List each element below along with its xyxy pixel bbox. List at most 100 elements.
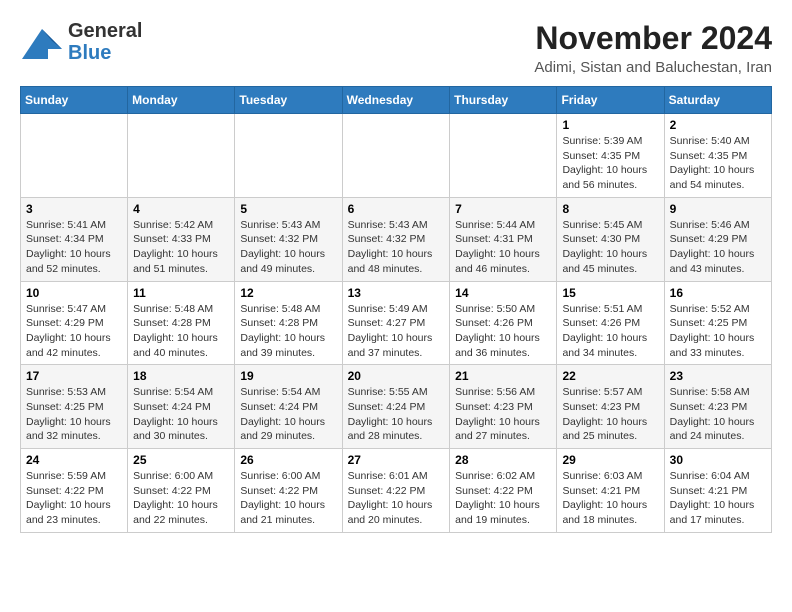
logo-text-block: General Blue xyxy=(68,20,142,64)
day-number: 18 xyxy=(133,369,229,383)
calendar-header: SundayMondayTuesdayWednesdayThursdayFrid… xyxy=(21,87,772,114)
day-number: 14 xyxy=(455,286,551,300)
calendar-cell xyxy=(128,114,235,198)
day-number: 27 xyxy=(348,453,445,467)
calendar-cell: 14Sunrise: 5:50 AM Sunset: 4:26 PM Dayli… xyxy=(450,281,557,365)
logo-line2: Blue xyxy=(68,42,111,64)
day-number: 11 xyxy=(133,286,229,300)
day-info: Sunrise: 5:59 AM Sunset: 4:22 PM Dayligh… xyxy=(26,469,122,528)
day-number: 21 xyxy=(455,369,551,383)
calendar-day-header: Tuesday xyxy=(235,87,342,114)
logo-line1: General xyxy=(68,20,142,42)
day-info: Sunrise: 5:40 AM Sunset: 4:35 PM Dayligh… xyxy=(670,134,766,193)
day-number: 17 xyxy=(26,369,122,383)
calendar-cell: 24 Sunrise: 5:59 AM Sunset: 4:22 PM Dayli… xyxy=(21,449,128,533)
day-number: 13 xyxy=(348,286,445,300)
calendar-day-header: Thursday xyxy=(450,87,557,114)
calendar-week-row: 24 Sunrise: 5:59 AM Sunset: 4:22 PM Dayli… xyxy=(21,449,772,533)
day-info: Sunrise: 5:48 AM Sunset: 4:28 PM Dayligh… xyxy=(133,302,229,361)
day-info: Sunrise: 5:47 AM Sunset: 4:29 PM Dayligh… xyxy=(26,302,122,361)
day-info: Sunrise: 5:44 AM Sunset: 4:31 PM Dayligh… xyxy=(455,218,551,277)
day-number: 3 xyxy=(26,202,122,216)
calendar-cell: 15 Sunrise: 5:51 AM Sunset: 4:26 PM Dayli… xyxy=(557,281,664,365)
logo-bird-icon xyxy=(20,21,62,63)
calendar-body: 1Sunrise: 5:39 AM Sunset: 4:35 PM Daylig… xyxy=(21,114,772,533)
day-info: Sunrise: 5:58 AM Sunset: 4:23 PM Dayligh… xyxy=(670,385,766,444)
calendar-cell: 9Sunrise: 5:46 AM Sunset: 4:29 PM Daylig… xyxy=(664,197,771,281)
calendar-cell: 26 Sunrise: 6:00 AM Sunset: 4:22 PM Dayli… xyxy=(235,449,342,533)
day-info: Sunrise: 5:49 AM Sunset: 4:27 PM Dayligh… xyxy=(348,302,445,361)
calendar-cell: 13 Sunrise: 5:49 AM Sunset: 4:27 PM Dayli… xyxy=(342,281,450,365)
calendar-cell: 29 Sunrise: 6:03 AM Sunset: 4:21 PM Dayli… xyxy=(557,449,664,533)
day-info: Sunrise: 6:00 AM Sunset: 4:22 PM Dayligh… xyxy=(240,469,336,528)
day-number: 8 xyxy=(562,202,658,216)
day-number: 28 xyxy=(455,453,551,467)
day-number: 7 xyxy=(455,202,551,216)
day-number: 30 xyxy=(670,453,766,467)
day-info: Sunrise: 6:02 AM Sunset: 4:22 PM Dayligh… xyxy=(455,469,551,528)
day-info: Sunrise: 5:39 AM Sunset: 4:35 PM Dayligh… xyxy=(562,134,658,193)
calendar-cell: 25Sunrise: 6:00 AM Sunset: 4:22 PM Dayli… xyxy=(128,449,235,533)
calendar-table: SundayMondayTuesdayWednesdayThursdayFrid… xyxy=(20,86,772,533)
calendar-day-header: Friday xyxy=(557,87,664,114)
day-info: Sunrise: 6:04 AM Sunset: 4:21 PM Dayligh… xyxy=(670,469,766,528)
calendar-cell xyxy=(21,114,128,198)
day-number: 25 xyxy=(133,453,229,467)
calendar-cell: 17 Sunrise: 5:53 AM Sunset: 4:25 PM Dayli… xyxy=(21,365,128,449)
calendar-day-header: Monday xyxy=(128,87,235,114)
calendar-week-row: 3 Sunrise: 5:41 AM Sunset: 4:34 PM Daylig… xyxy=(21,197,772,281)
calendar-cell: 4Sunrise: 5:42 AM Sunset: 4:33 PM Daylig… xyxy=(128,197,235,281)
calendar-title-block: November 2024 Adimi, Sistan and Baluches… xyxy=(534,20,772,76)
day-info: Sunrise: 6:01 AM Sunset: 4:22 PM Dayligh… xyxy=(348,469,445,528)
calendar-cell: 20Sunrise: 5:55 AM Sunset: 4:24 PM Dayli… xyxy=(342,365,450,449)
calendar-cell: 6Sunrise: 5:43 AM Sunset: 4:32 PM Daylig… xyxy=(342,197,450,281)
day-number: 16 xyxy=(670,286,766,300)
calendar-cell: 12Sunrise: 5:48 AM Sunset: 4:28 PM Dayli… xyxy=(235,281,342,365)
day-number: 23 xyxy=(670,369,766,383)
calendar-week-row: 1Sunrise: 5:39 AM Sunset: 4:35 PM Daylig… xyxy=(21,114,772,198)
day-info: Sunrise: 5:41 AM Sunset: 4:34 PM Dayligh… xyxy=(26,218,122,277)
calendar-cell: 11 Sunrise: 5:48 AM Sunset: 4:28 PM Dayli… xyxy=(128,281,235,365)
calendar-cell: 16 Sunrise: 5:52 AM Sunset: 4:25 PM Dayli… xyxy=(664,281,771,365)
calendar-cell: 1Sunrise: 5:39 AM Sunset: 4:35 PM Daylig… xyxy=(557,114,664,198)
day-number: 9 xyxy=(670,202,766,216)
calendar-day-header: Sunday xyxy=(21,87,128,114)
day-info: Sunrise: 5:43 AM Sunset: 4:32 PM Dayligh… xyxy=(240,218,336,277)
day-info: Sunrise: 5:57 AM Sunset: 4:23 PM Dayligh… xyxy=(562,385,658,444)
calendar-cell: 23 Sunrise: 5:58 AM Sunset: 4:23 PM Dayli… xyxy=(664,365,771,449)
calendar-cell: 30 Sunrise: 6:04 AM Sunset: 4:21 PM Dayli… xyxy=(664,449,771,533)
day-number: 24 xyxy=(26,453,122,467)
day-info: Sunrise: 5:53 AM Sunset: 4:25 PM Dayligh… xyxy=(26,385,122,444)
calendar-cell xyxy=(342,114,450,198)
day-number: 4 xyxy=(133,202,229,216)
calendar-cell: 5 Sunrise: 5:43 AM Sunset: 4:32 PM Daylig… xyxy=(235,197,342,281)
day-number: 5 xyxy=(240,202,336,216)
day-info: Sunrise: 5:52 AM Sunset: 4:25 PM Dayligh… xyxy=(670,302,766,361)
logo: General Blue xyxy=(20,20,142,64)
calendar-cell: 21Sunrise: 5:56 AM Sunset: 4:23 PM Dayli… xyxy=(450,365,557,449)
day-number: 15 xyxy=(562,286,658,300)
day-number: 26 xyxy=(240,453,336,467)
day-number: 19 xyxy=(240,369,336,383)
day-number: 2 xyxy=(670,118,766,132)
day-info: Sunrise: 5:54 AM Sunset: 4:24 PM Dayligh… xyxy=(133,385,229,444)
page-header: General Blue November 2024 Adimi, Sistan… xyxy=(20,20,772,76)
calendar-cell: 10 Sunrise: 5:47 AM Sunset: 4:29 PM Dayli… xyxy=(21,281,128,365)
calendar-cell: 8Sunrise: 5:45 AM Sunset: 4:30 PM Daylig… xyxy=(557,197,664,281)
calendar-cell xyxy=(235,114,342,198)
day-number: 22 xyxy=(562,369,658,383)
day-number: 29 xyxy=(562,453,658,467)
calendar-cell: 7 Sunrise: 5:44 AM Sunset: 4:31 PM Daylig… xyxy=(450,197,557,281)
day-number: 10 xyxy=(26,286,122,300)
calendar-header-row: SundayMondayTuesdayWednesdayThursdayFrid… xyxy=(21,87,772,114)
day-info: Sunrise: 5:43 AM Sunset: 4:32 PM Dayligh… xyxy=(348,218,445,277)
day-info: Sunrise: 5:55 AM Sunset: 4:24 PM Dayligh… xyxy=(348,385,445,444)
calendar-week-row: 17 Sunrise: 5:53 AM Sunset: 4:25 PM Dayli… xyxy=(21,365,772,449)
day-info: Sunrise: 6:03 AM Sunset: 4:21 PM Dayligh… xyxy=(562,469,658,528)
day-number: 12 xyxy=(240,286,336,300)
calendar-cell: 18 Sunrise: 5:54 AM Sunset: 4:24 PM Dayli… xyxy=(128,365,235,449)
day-info: Sunrise: 5:51 AM Sunset: 4:26 PM Dayligh… xyxy=(562,302,658,361)
calendar-cell: 3 Sunrise: 5:41 AM Sunset: 4:34 PM Daylig… xyxy=(21,197,128,281)
calendar-cell: 19Sunrise: 5:54 AM Sunset: 4:24 PM Dayli… xyxy=(235,365,342,449)
calendar-location: Adimi, Sistan and Baluchestan, Iran xyxy=(534,59,772,76)
